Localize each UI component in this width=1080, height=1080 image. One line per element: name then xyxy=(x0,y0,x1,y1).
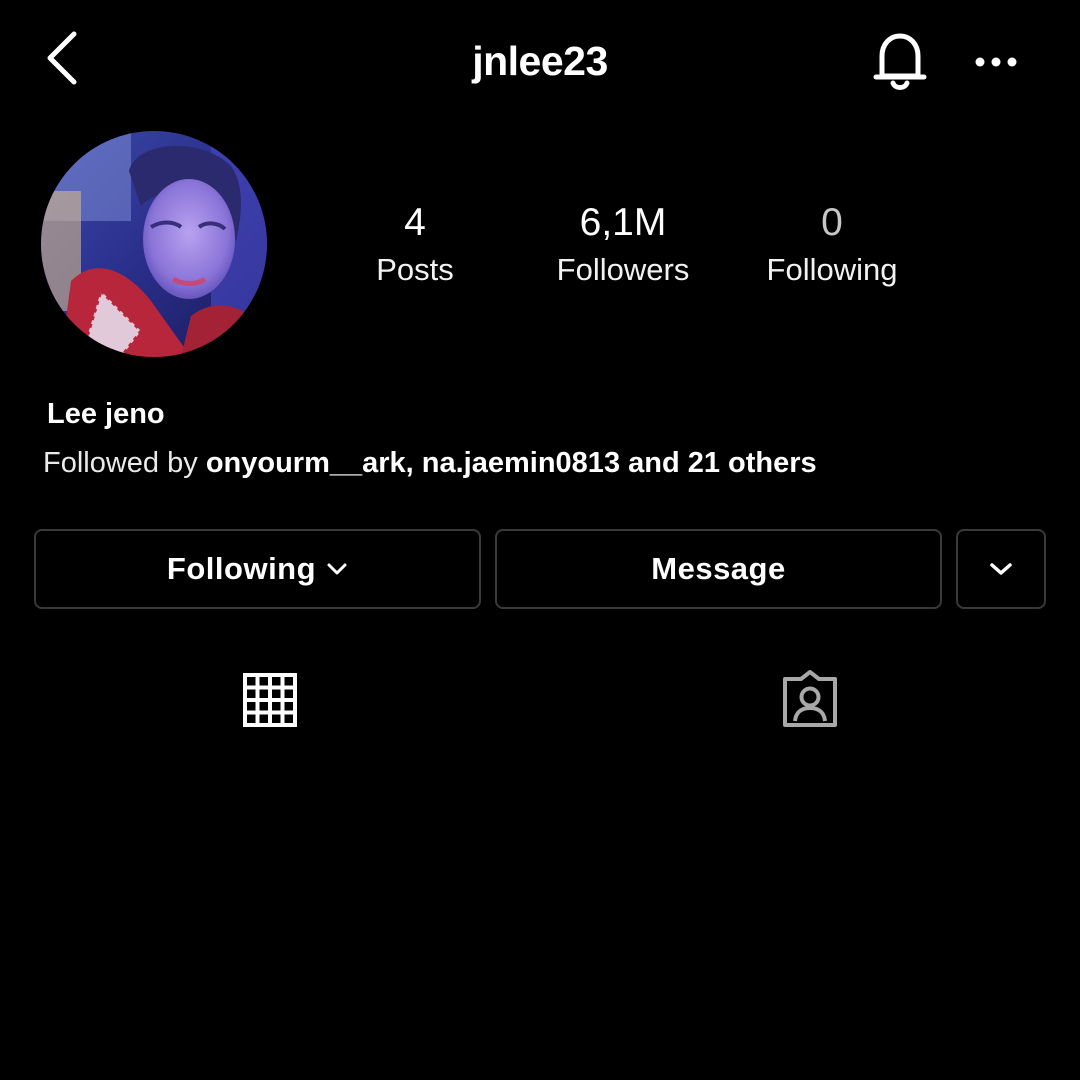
posts-value: 4 xyxy=(404,201,426,244)
followers-count[interactable]: 6,1M Followers xyxy=(523,198,723,292)
posts-label: Posts xyxy=(376,252,454,287)
followed-by-text[interactable]: Followed by onyourm__ark, na.jaemin0813 … xyxy=(43,442,817,484)
followed-by-prefix: Followed by xyxy=(43,447,198,479)
following-button[interactable]: Following xyxy=(34,529,481,609)
profile-username: jnlee23 xyxy=(472,38,608,84)
tagged-icon xyxy=(783,670,837,727)
followed-by-names: onyourm__ark, na.jaemin0813 and 21 other… xyxy=(205,447,817,479)
avatar-photo xyxy=(41,131,267,357)
profile-avatar[interactable] xyxy=(41,131,267,357)
followers-label: Followers xyxy=(556,252,690,287)
following-value: 0 xyxy=(821,201,843,244)
chevron-left-icon xyxy=(47,31,77,85)
posts-count[interactable]: 4 Posts xyxy=(315,198,515,292)
message-button-label: Message xyxy=(651,551,786,586)
more-options-button[interactable] xyxy=(968,40,1024,84)
bell-icon xyxy=(873,33,927,90)
tab-posts-grid[interactable] xyxy=(230,662,310,738)
tab-tagged[interactable] xyxy=(770,662,850,738)
following-button-label: Following xyxy=(166,551,317,586)
back-button[interactable] xyxy=(40,28,88,88)
following-count[interactable]: 0 Following xyxy=(732,198,932,292)
display-name: Lee jeno xyxy=(47,398,165,430)
message-button[interactable]: Message xyxy=(495,529,942,609)
more-horizontal-icon xyxy=(975,57,1017,67)
followers-value: 6,1M xyxy=(579,201,667,244)
notifications-button[interactable] xyxy=(866,26,934,94)
following-label: Following xyxy=(766,252,898,287)
chevron-down-icon xyxy=(990,563,1012,575)
grid-icon xyxy=(243,673,297,727)
suggested-accounts-button[interactable] xyxy=(956,529,1046,609)
chevron-down-icon xyxy=(327,563,347,575)
